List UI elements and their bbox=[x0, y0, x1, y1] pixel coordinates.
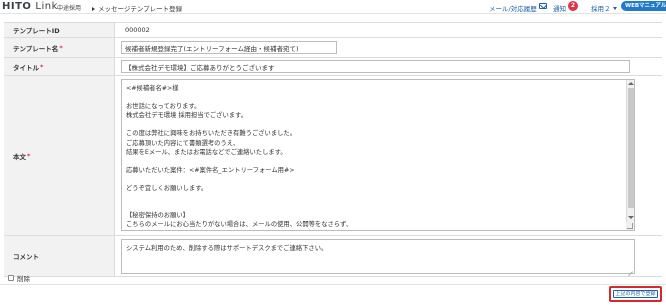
row-comment: コメント システム利用のため、削除する際はサポートデスクまでご連絡下さい。 bbox=[4, 236, 662, 277]
scroll-down-icon[interactable] bbox=[628, 216, 634, 219]
body-line: この度は弊社に興味をお持ちいただき有難うございました。 bbox=[126, 130, 297, 138]
body-line: 大変お手数ですが本メールを削除していただきますようお願い致します。 bbox=[126, 230, 622, 231]
mid-career-label: 中途採用 bbox=[57, 5, 82, 12]
delete-checkbox[interactable] bbox=[8, 275, 14, 281]
required-mark: * bbox=[59, 43, 63, 52]
body-textarea[interactable]: <#候補者名#>様 お世話になっております。 株式会社デモ環境 採用担当でございま… bbox=[121, 79, 635, 231]
mail-icon[interactable] bbox=[539, 3, 547, 9]
template-id-label: テンプレートID bbox=[4, 23, 115, 37]
user-menu[interactable]: 採用２ bbox=[591, 3, 617, 13]
body-line bbox=[126, 93, 622, 102]
template-name-label: テンプレート名 * bbox=[4, 38, 115, 57]
title-input[interactable]: 【株式会社デモ環境】ご応募ありがとうございます bbox=[121, 60, 630, 73]
logo-main: HITO bbox=[2, 1, 32, 12]
nav-notice[interactable]: 通知 bbox=[553, 3, 566, 13]
required-mark: * bbox=[40, 62, 44, 71]
chevron-down-icon bbox=[612, 7, 617, 10]
template-form: テンプレートID 000002 テンプレート名 * 候補者新規登録完了(エントリー… bbox=[4, 22, 662, 277]
row-body: 本文 * <#候補者名#>様 お世話になっております。 株式会社デモ環境 採用担当で… bbox=[4, 76, 662, 236]
template-id-value: 000002 bbox=[125, 26, 150, 34]
resize-grip-icon[interactable] bbox=[627, 266, 633, 272]
nav-message-history[interactable]: メール/対応履歴 bbox=[489, 3, 537, 13]
body-line: 結果をEメール、またはお電話などでご連絡いたします。 bbox=[126, 148, 287, 156]
body-line bbox=[126, 157, 622, 166]
body-line: 応募いただいた案件：<#案件名_エントリーフォーム用#> bbox=[126, 166, 295, 174]
breadcrumb-current: メッセージテンプレート登録 bbox=[98, 5, 183, 13]
top-header: HITO Link 中途採用 メッセージテンプレート登録 メール/対応履歴 通知… bbox=[0, 0, 666, 14]
body-label: 本文 * bbox=[4, 76, 115, 235]
save-button[interactable]: 上記の内容で登録 bbox=[613, 290, 658, 298]
delete-option[interactable]: 削除 bbox=[8, 273, 30, 283]
title-label: タイトル * bbox=[4, 58, 115, 75]
scroll-up-icon[interactable] bbox=[628, 82, 634, 85]
body-line bbox=[126, 193, 622, 202]
save-button-highlight: 上記の内容で登録 bbox=[609, 286, 662, 302]
body-line: 【秘密保持のお願い】 bbox=[126, 212, 189, 220]
comment-label: コメント bbox=[4, 236, 115, 276]
breadcrumb-arrow-icon bbox=[92, 7, 95, 11]
template-name-input[interactable]: 候補者新規登録完了(エントリーフォーム経由・候補者宛て) bbox=[121, 41, 337, 54]
resize-grip-icon[interactable] bbox=[626, 222, 634, 230]
breadcrumb: メッセージテンプレート登録 bbox=[92, 3, 182, 13]
hito-link-logo[interactable]: HITO Link bbox=[2, 1, 58, 12]
required-mark: * bbox=[27, 151, 31, 160]
body-line: <#候補者名#>様 bbox=[126, 85, 179, 92]
row-title: タイトル * 【株式会社デモ環境】ご応募ありがとうございます bbox=[4, 58, 662, 76]
body-line bbox=[126, 120, 622, 129]
body-line: こちらのメールにお心当たりがない場合は、メールの使用、公開等をなさらず、 bbox=[126, 221, 353, 229]
row-template-id: テンプレートID 000002 bbox=[4, 23, 662, 38]
body-line: ご応募頂いた内容にて書類選考のうえ、 bbox=[126, 139, 240, 147]
comment-text: システム利用のため、削除する際はサポートデスクまでご連絡下さい。 bbox=[126, 245, 328, 252]
scroll-thumb[interactable] bbox=[628, 88, 634, 208]
body-line bbox=[126, 175, 622, 184]
logo-link: Link bbox=[35, 1, 58, 12]
comment-textarea[interactable]: システム利用のため、削除する際はサポートデスクまでご連絡下さい。 bbox=[121, 239, 635, 274]
notice-count-badge: 2 bbox=[568, 1, 578, 11]
user-name: 採用２ bbox=[591, 5, 611, 13]
body-scrollbar[interactable] bbox=[626, 80, 634, 230]
body-text: <#候補者名#>様 お世話になっております。 株式会社デモ環境 採用担当でございま… bbox=[126, 84, 622, 231]
body-line: どうぞ宜しくお願いします。 bbox=[126, 185, 208, 193]
delete-label: 削除 bbox=[17, 275, 30, 283]
body-line bbox=[126, 202, 622, 211]
body-line: 株式会社デモ環境 採用担当でございます。 bbox=[126, 112, 248, 120]
row-template-name: テンプレート名 * 候補者新規登録完了(エントリーフォーム経由・候補者宛て) bbox=[4, 38, 662, 58]
footer-divider bbox=[0, 284, 666, 285]
web-manual-button[interactable]: WEBマニュアル bbox=[621, 1, 666, 11]
body-line: お世話になっております。 bbox=[126, 103, 201, 111]
